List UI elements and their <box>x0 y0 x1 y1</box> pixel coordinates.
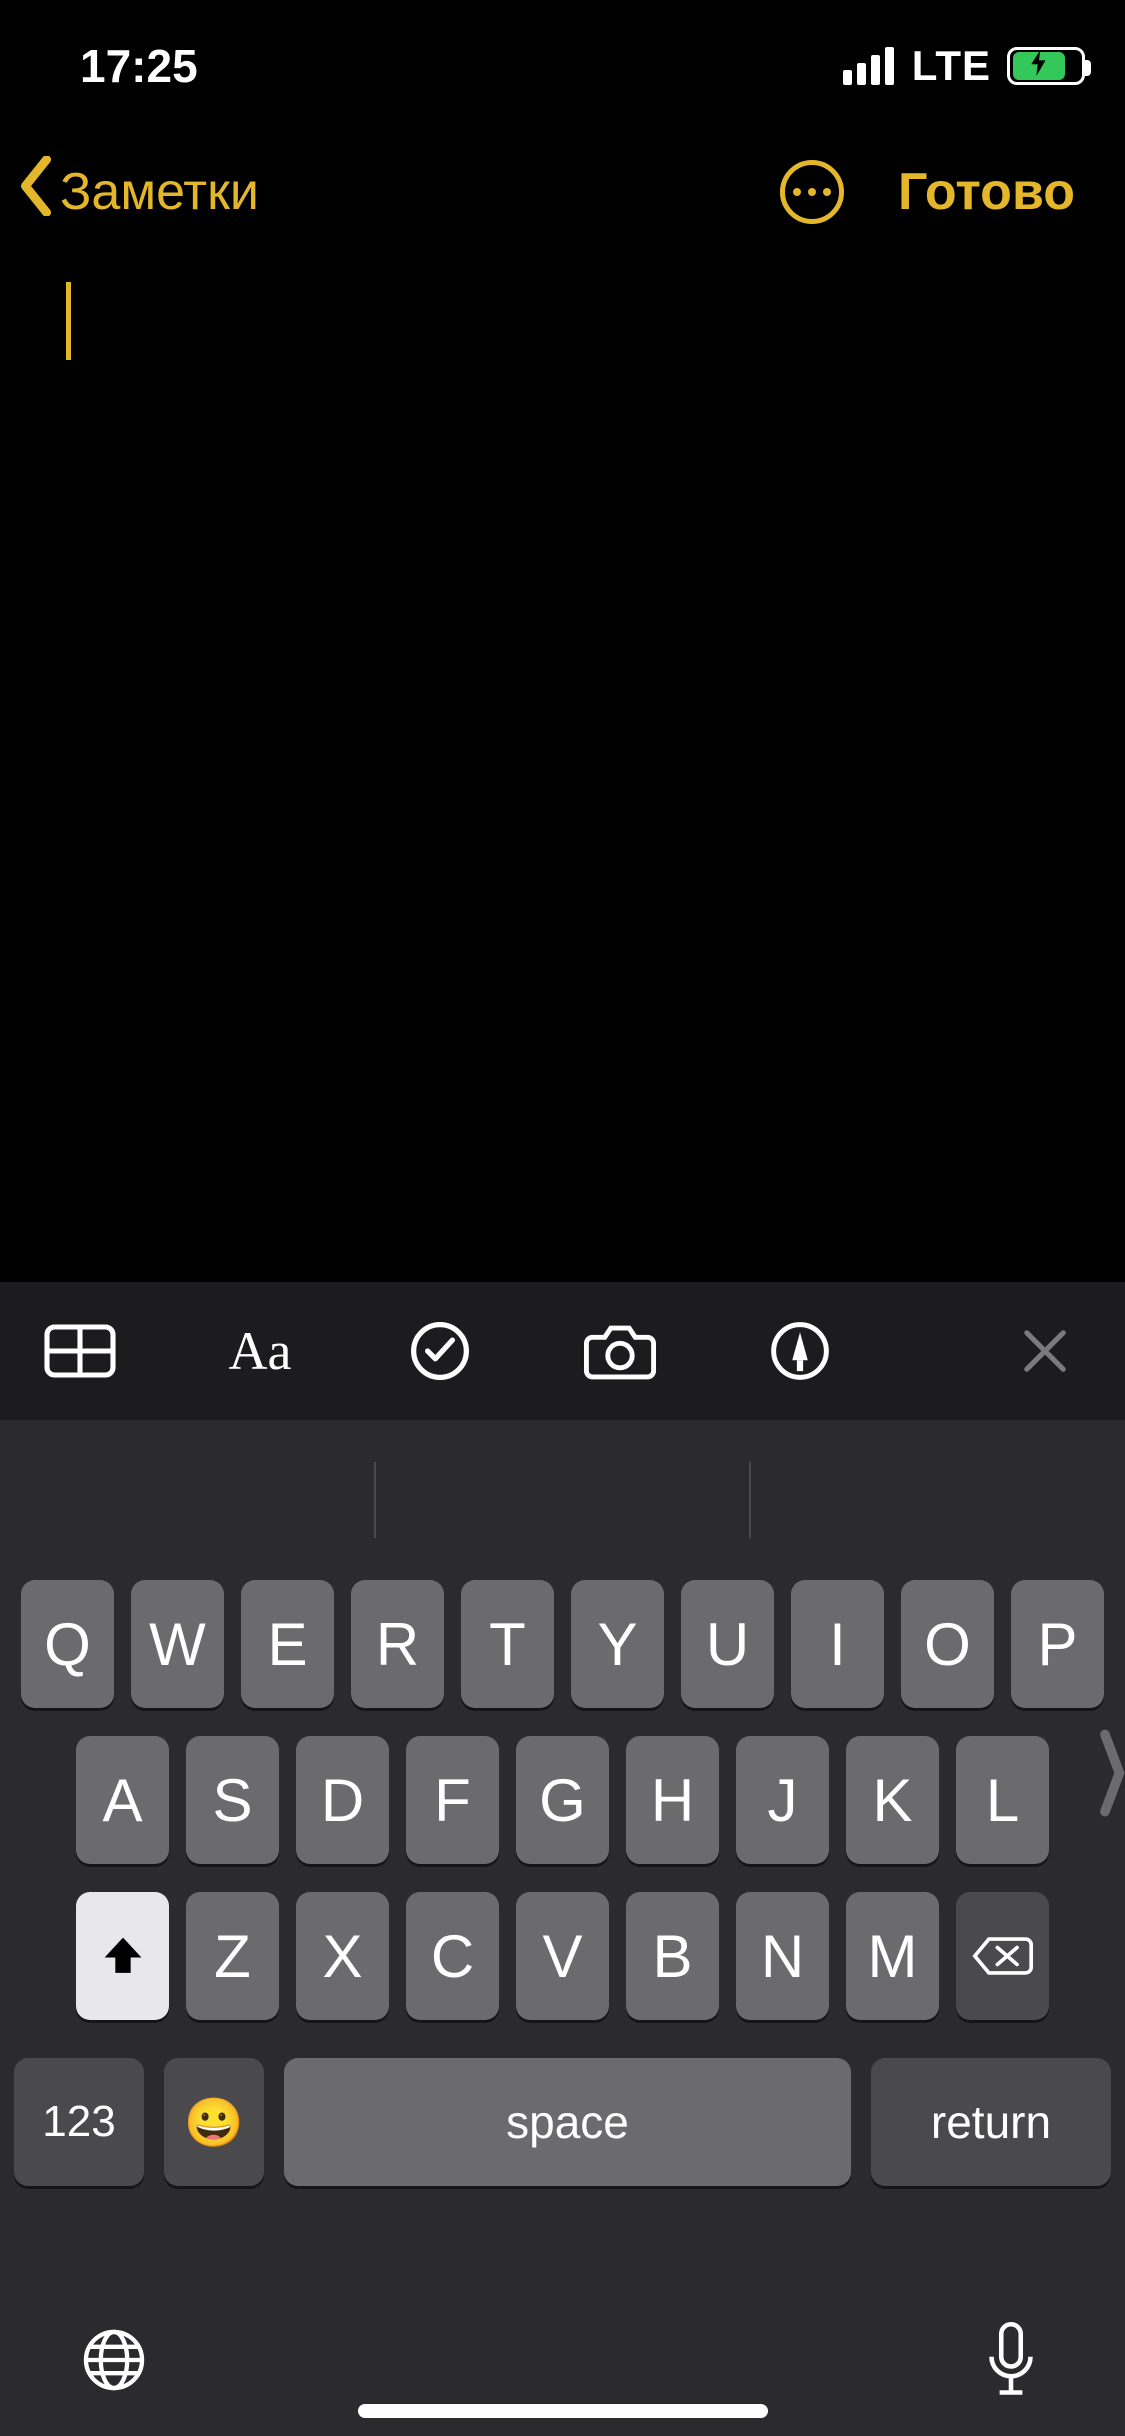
key-k[interactable]: K <box>846 1736 939 1864</box>
text-format-icon[interactable]: Aa <box>220 1311 300 1391</box>
key-q[interactable]: Q <box>21 1580 114 1708</box>
keyboard: Q W E R T Y U I O P A S D F G H J K L Z <box>0 1420 1125 2436</box>
dictation-icon[interactable] <box>975 2324 1047 2396</box>
key-n[interactable]: N <box>736 1892 829 2020</box>
more-button[interactable] <box>780 160 844 224</box>
close-icon[interactable] <box>1005 1311 1085 1391</box>
globe-icon[interactable] <box>78 2324 150 2396</box>
key-f[interactable]: F <box>406 1736 499 1864</box>
text-cursor <box>66 282 71 360</box>
key-u[interactable]: U <box>681 1580 774 1708</box>
key-t[interactable]: T <box>461 1580 554 1708</box>
home-indicator[interactable] <box>358 2404 768 2418</box>
markup-icon[interactable] <box>760 1311 840 1391</box>
suggestion-bar <box>0 1420 1125 1580</box>
key-r[interactable]: R <box>351 1580 444 1708</box>
key-c[interactable]: C <box>406 1892 499 2020</box>
note-editor[interactable] <box>0 252 1125 1452</box>
checklist-icon[interactable] <box>400 1311 480 1391</box>
key-d[interactable]: D <box>296 1736 389 1864</box>
return-key[interactable]: return <box>871 2058 1111 2186</box>
back-button[interactable]: Заметки <box>18 156 259 228</box>
status-time: 17:25 <box>80 39 198 93</box>
key-x[interactable]: X <box>296 1892 389 2020</box>
battery-icon <box>1007 47 1085 85</box>
key-i[interactable]: I <box>791 1580 884 1708</box>
key-p[interactable]: P <box>1011 1580 1104 1708</box>
done-button[interactable]: Готово <box>898 162 1075 222</box>
camera-icon[interactable] <box>580 1311 660 1391</box>
nav-bar: Заметки Готово <box>0 132 1125 252</box>
chevron-left-icon <box>18 156 54 228</box>
emoji-key[interactable]: 😀 <box>164 2058 264 2186</box>
numeric-key[interactable]: 123 <box>14 2058 144 2186</box>
key-y[interactable]: Y <box>571 1580 664 1708</box>
status-bar: 17:25 LTE <box>0 0 1125 132</box>
key-v[interactable]: V <box>516 1892 609 2020</box>
key-s[interactable]: S <box>186 1736 279 1864</box>
back-label: Заметки <box>60 162 259 222</box>
key-b[interactable]: B <box>626 1892 719 2020</box>
key-o[interactable]: O <box>901 1580 994 1708</box>
key-l[interactable]: L <box>956 1736 1049 1864</box>
key-g[interactable]: G <box>516 1736 609 1864</box>
network-type: LTE <box>912 42 991 90</box>
key-w[interactable]: W <box>131 1580 224 1708</box>
key-a[interactable]: A <box>76 1736 169 1864</box>
shift-key[interactable] <box>76 1892 169 2020</box>
space-key[interactable]: space <box>284 2058 851 2186</box>
charging-bolt-icon <box>1030 50 1048 83</box>
ellipsis-icon <box>793 188 801 196</box>
key-z[interactable]: Z <box>186 1892 279 2020</box>
table-icon[interactable] <box>40 1311 120 1391</box>
format-toolbar: Aa <box>0 1282 1125 1420</box>
backspace-key[interactable] <box>956 1892 1049 2020</box>
chevron-right-icon[interactable] <box>1099 1728 1125 1837</box>
key-h[interactable]: H <box>626 1736 719 1864</box>
key-e[interactable]: E <box>241 1580 334 1708</box>
key-m[interactable]: M <box>846 1892 939 2020</box>
signal-icon <box>843 47 894 85</box>
key-j[interactable]: J <box>736 1736 829 1864</box>
